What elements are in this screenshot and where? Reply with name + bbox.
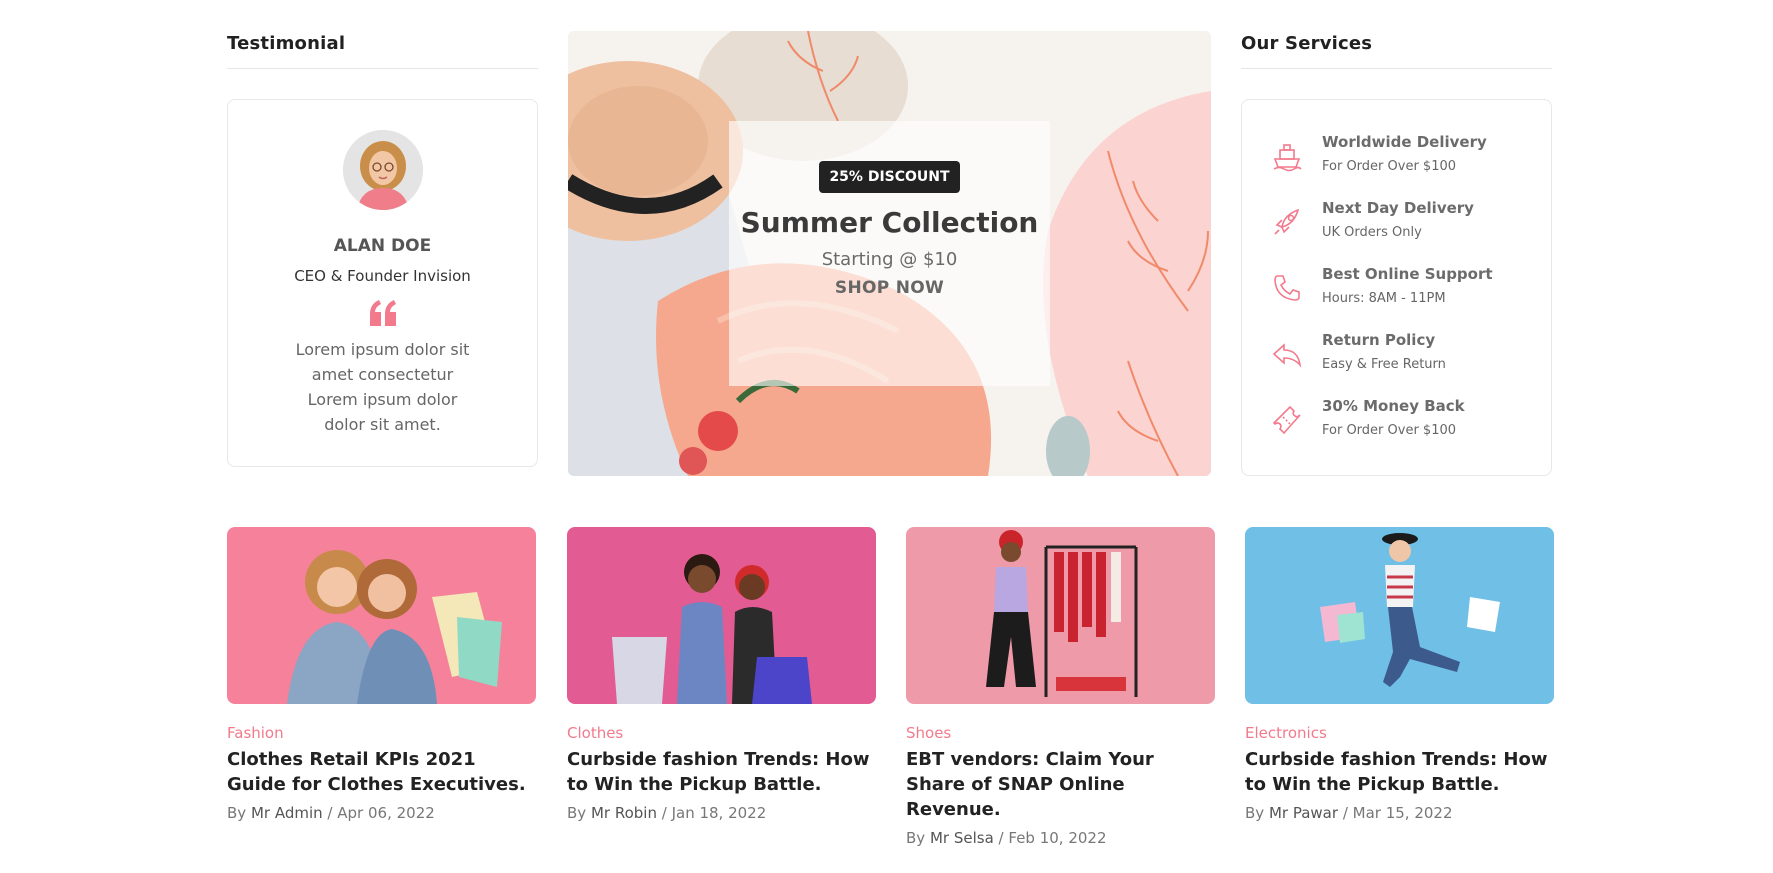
blog-post-title[interactable]: Curbside fashion Trends: How to Win the … [567,747,876,797]
blog-post-image[interactable] [227,527,536,704]
blog-post-card[interactable]: Clothes Curbside fashion Trends: How to … [567,527,876,822]
services-divider [1241,68,1552,69]
blog-post-card[interactable]: Fashion Clothes Retail KPIs 2021 Guide f… [227,527,536,822]
blog-post-date: Jan 18, 2022 [671,804,767,822]
meta-separator: / [1342,804,1348,822]
meta-separator: / [661,804,667,822]
blog-post-meta: By Mr Selsa / Feb 10, 2022 [906,829,1215,847]
promo-box: 25% DISCOUNT Summer Collection Starting … [729,121,1050,386]
services-heading: Our Services [1241,33,1373,54]
summer-collection-banner[interactable]: 25% DISCOUNT Summer Collection Starting … [568,31,1211,476]
by-label: By [1245,804,1265,822]
blog-post-category[interactable]: Clothes [567,724,876,742]
service-detail: Hours: 8AM - 11PM [1322,291,1446,306]
meta-separator: / [998,829,1004,847]
discount-badge: 25% DISCOUNT [819,161,960,193]
service-item: Worldwide Delivery For Order Over $100 [1270,133,1530,183]
blog-post-category[interactable]: Electronics [1245,724,1554,742]
services-card: Worldwide Delivery For Order Over $100 N… [1241,99,1552,476]
service-name: Return Policy [1322,331,1436,349]
service-name: 30% Money Back [1322,397,1465,415]
blog-post-category[interactable]: Fashion [227,724,536,742]
quote-icon [368,300,398,326]
meta-separator: / [327,804,333,822]
blog-post-card[interactable]: Electronics Curbside fashion Trends: How… [1245,527,1554,822]
testimonial-card: ALAN DOE CEO & Founder Invision Lorem ip… [227,99,538,467]
by-label: By [567,804,587,822]
promo-subtitle: Starting @ $10 [821,249,958,270]
rocket-icon [1274,208,1300,235]
service-item: Next Day Delivery UK Orders Only [1270,199,1530,249]
service-detail: For Order Over $100 [1322,159,1457,174]
service-detail: For Order Over $100 [1322,423,1457,438]
testimonial-role: CEO & Founder Invision [294,267,471,285]
return-arrow-icon [1272,343,1302,368]
service-detail: UK Orders Only [1322,225,1422,240]
ship-icon [1273,144,1302,172]
blog-post-category[interactable]: Shoes [906,724,1215,742]
blog-post-author[interactable]: Mr Pawar [1269,804,1338,822]
blog-post-author[interactable]: Mr Robin [591,804,657,822]
blog-post-title[interactable]: EBT vendors: Claim Your Share of SNAP On… [906,747,1215,822]
blog-post-author[interactable]: Mr Admin [251,804,323,822]
blog-post-image[interactable] [1245,527,1554,704]
blog-post-title[interactable]: Clothes Retail KPIs 2021 Guide for Cloth… [227,747,536,797]
blog-post-date: Feb 10, 2022 [1008,829,1107,847]
service-item: Best Online Support Hours: 8AM - 11PM [1270,265,1530,315]
blog-post-meta: By Mr Admin / Apr 06, 2022 [227,804,536,822]
blog-post-title[interactable]: Curbside fashion Trends: How to Win the … [1245,747,1554,797]
blog-post-meta: By Mr Robin / Jan 18, 2022 [567,804,876,822]
promo-title: Summer Collection [740,206,1039,239]
blog-post-date: Mar 15, 2022 [1352,804,1453,822]
blog-post-image[interactable] [906,527,1215,704]
service-name: Worldwide Delivery [1322,133,1487,151]
blog-post-meta: By Mr Pawar / Mar 15, 2022 [1245,804,1554,822]
service-item: 30% Money Back For Order Over $100 [1270,397,1530,447]
testimonial-divider [227,68,538,69]
by-label: By [906,829,926,847]
ticket-icon [1272,405,1301,435]
service-name: Next Day Delivery [1322,199,1474,217]
shop-now-link[interactable]: SHOP NOW [729,278,1050,298]
page: Testimonial ALAN DOE CEO & Founder Invis… [0,0,1773,873]
blog-post-card[interactable]: Shoes EBT vendors: Claim Your Share of S… [906,527,1215,847]
blog-post-date: Apr 06, 2022 [337,804,435,822]
blog-post-author[interactable]: Mr Selsa [930,829,994,847]
avatar [343,130,423,210]
testimonial-text: Lorem ipsum dolor sit amet consectetur L… [295,340,470,434]
testimonial-name: ALAN DOE [333,236,432,256]
service-name: Best Online Support [1322,265,1493,283]
phone-icon [1274,275,1300,301]
testimonial-heading: Testimonial [227,33,346,54]
by-label: By [227,804,247,822]
service-item: Return Policy Easy & Free Return [1270,331,1530,381]
blog-post-image[interactable] [567,527,876,704]
service-detail: Easy & Free Return [1322,357,1446,372]
